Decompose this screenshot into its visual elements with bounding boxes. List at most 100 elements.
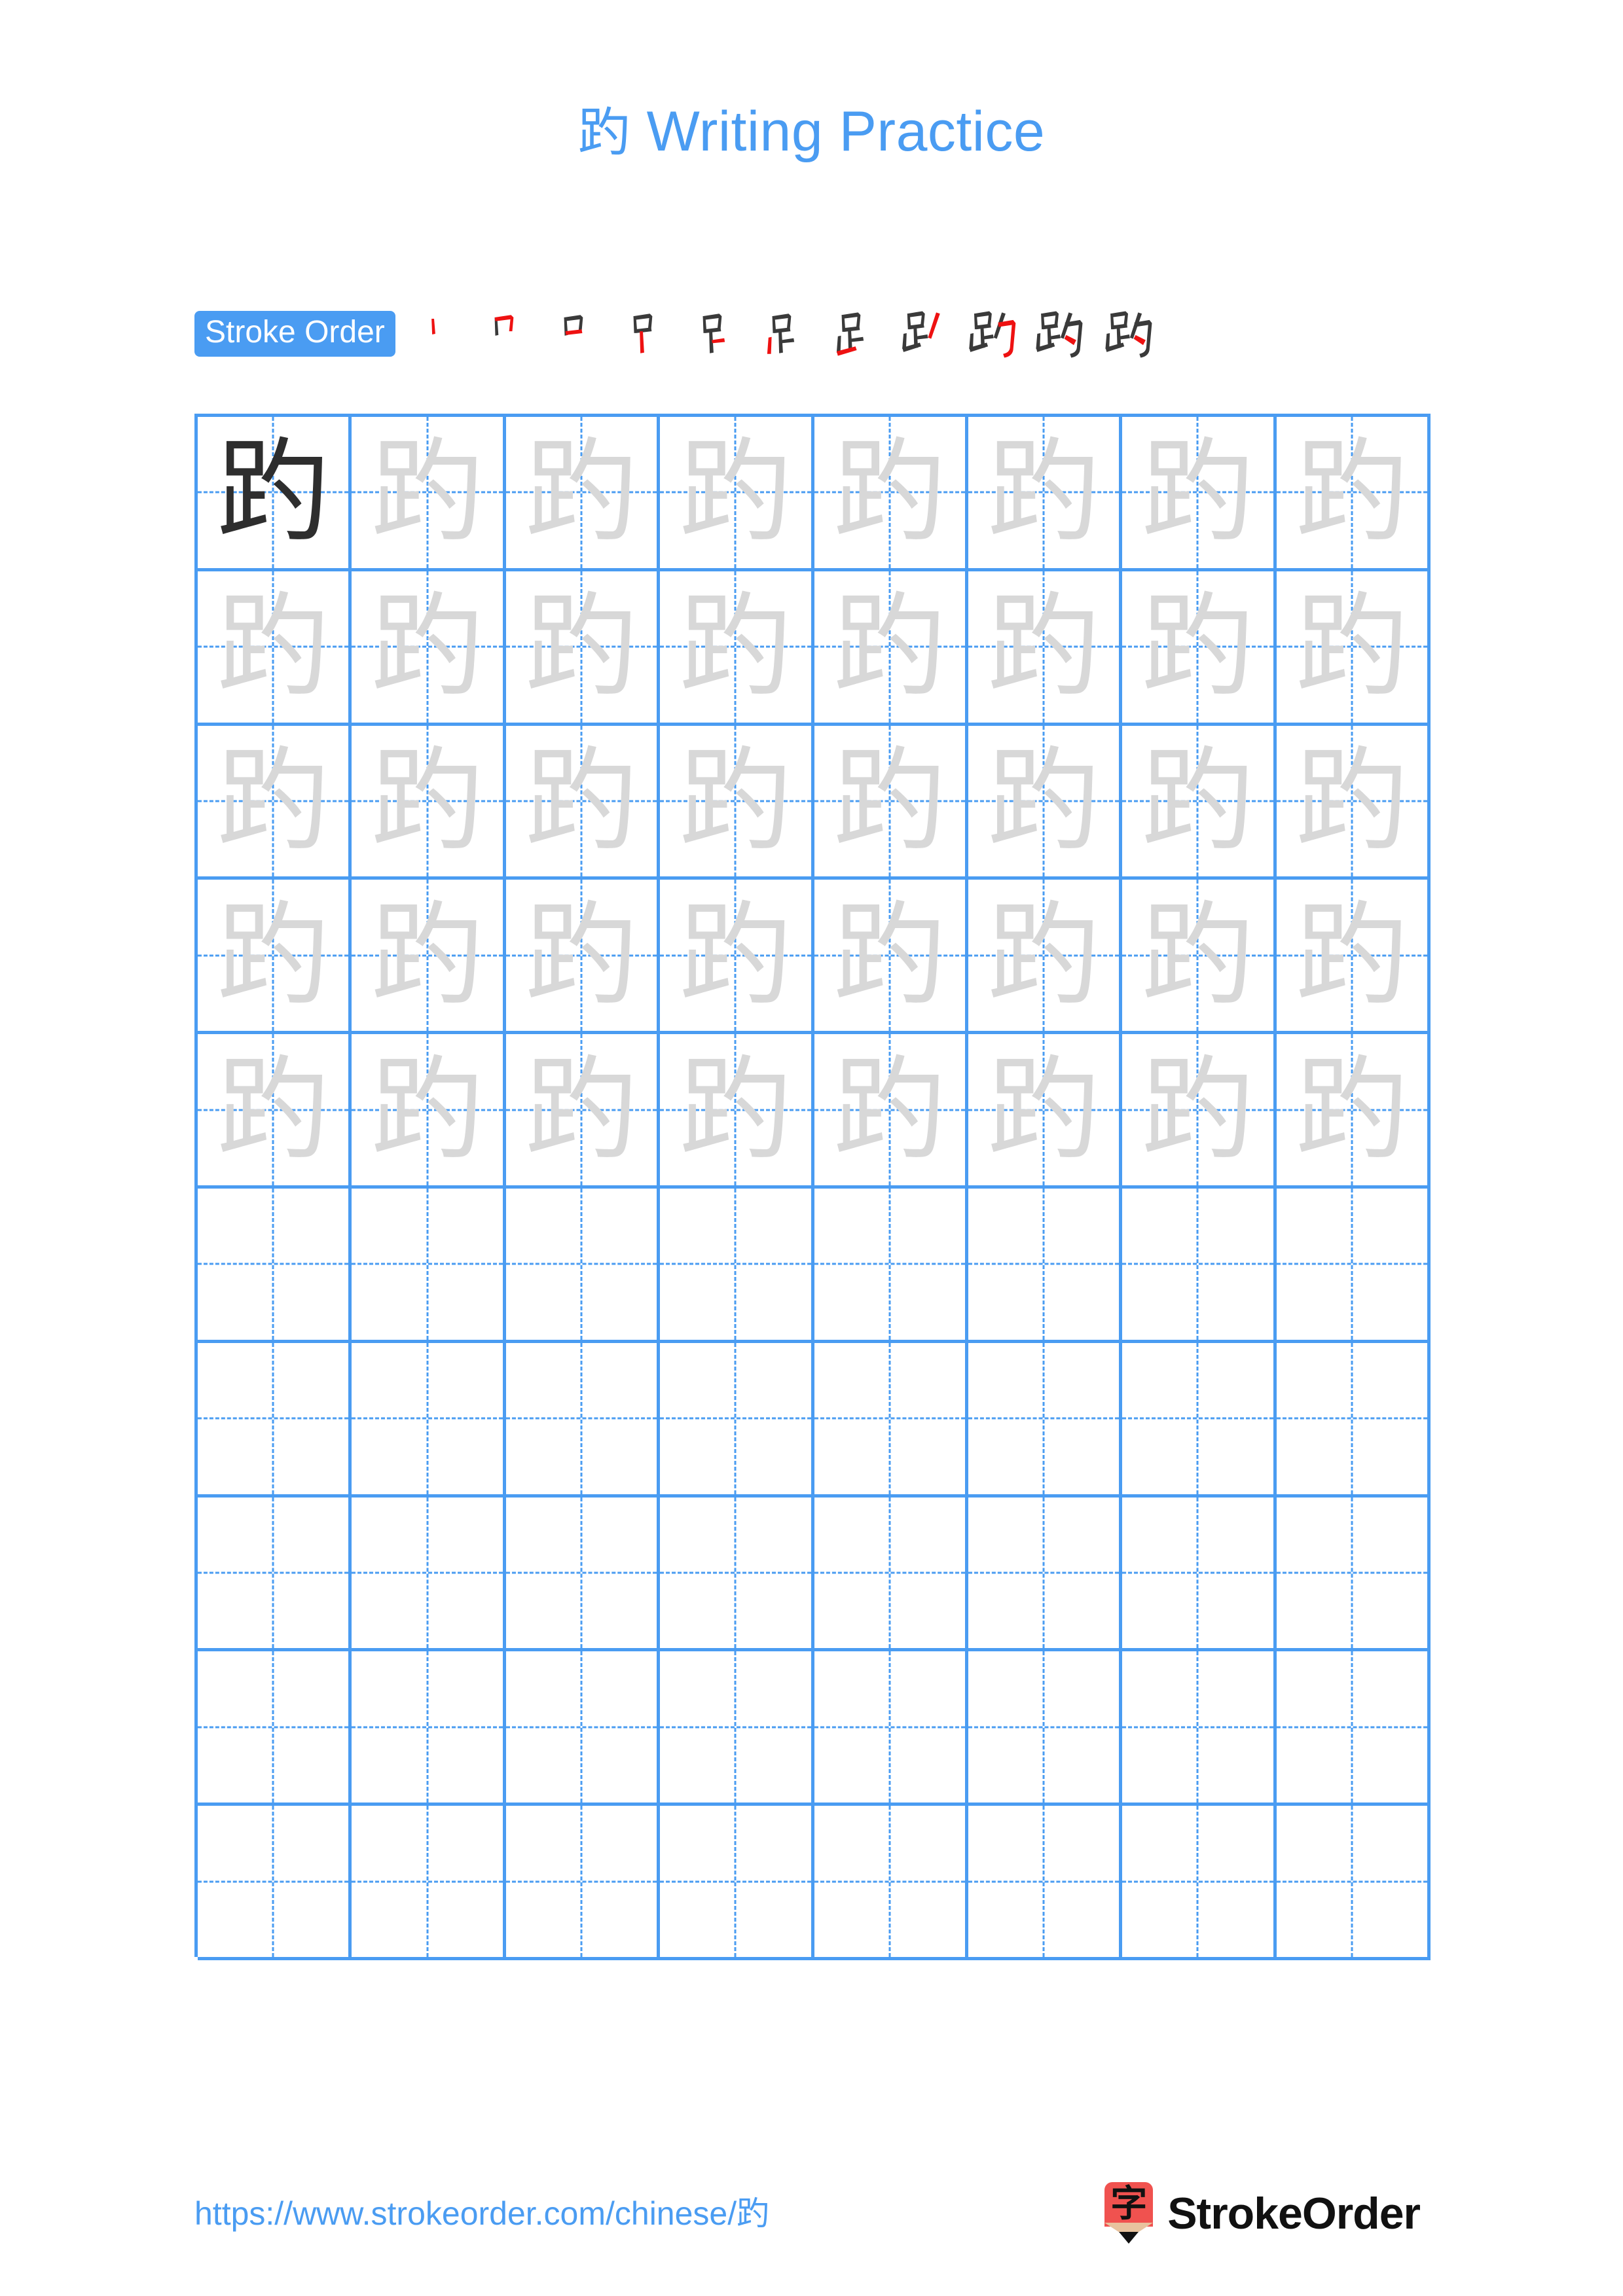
- practice-cell[interactable]: 趵: [352, 417, 506, 568]
- practice-cell[interactable]: [660, 1342, 814, 1494]
- practice-cell[interactable]: [506, 1342, 661, 1494]
- practice-cell[interactable]: [814, 1188, 968, 1340]
- practice-cell[interactable]: 趵: [1277, 571, 1431, 723]
- practice-cell[interactable]: 趵: [1277, 1034, 1431, 1185]
- practice-cell[interactable]: [198, 1806, 352, 1957]
- practice-cell[interactable]: [352, 1651, 506, 1803]
- trace-character: 趵: [679, 426, 792, 558]
- practice-cell[interactable]: 趵: [814, 571, 968, 723]
- practice-cell[interactable]: [814, 1806, 968, 1957]
- practice-cell[interactable]: [198, 1342, 352, 1494]
- practice-cell[interactable]: [1277, 1342, 1431, 1494]
- practice-cell[interactable]: 趵: [506, 417, 661, 568]
- trace-character: 趵: [1141, 889, 1254, 1021]
- practice-cell[interactable]: 趵: [506, 880, 661, 1031]
- practice-cell[interactable]: 趵: [1122, 880, 1277, 1031]
- practice-cell[interactable]: 趵: [352, 725, 506, 877]
- practice-cell[interactable]: [506, 1188, 661, 1340]
- source-url-link[interactable]: https://www.strokeorder.com/chinese/趵: [194, 2197, 769, 2230]
- practice-cell[interactable]: [506, 1806, 661, 1957]
- practice-cell[interactable]: 趵: [814, 417, 968, 568]
- practice-cell[interactable]: 趵: [352, 880, 506, 1031]
- practice-cell[interactable]: 趵: [1277, 417, 1431, 568]
- practice-cell[interactable]: 趵: [198, 880, 352, 1031]
- practice-cell[interactable]: 趵: [1277, 725, 1431, 877]
- empty-cell: [352, 1343, 502, 1494]
- practice-cell[interactable]: 趵: [968, 725, 1123, 877]
- practice-cell[interactable]: 趵: [198, 571, 352, 723]
- practice-cell[interactable]: [1122, 1497, 1277, 1649]
- trace-character: 趵: [987, 426, 1101, 558]
- practice-cell[interactable]: 趵: [814, 725, 968, 877]
- practice-cell[interactable]: [660, 1497, 814, 1649]
- practice-cell[interactable]: 趵: [968, 571, 1123, 723]
- practice-cell[interactable]: [660, 1188, 814, 1340]
- practice-cell[interactable]: [968, 1188, 1123, 1340]
- practice-cell[interactable]: [198, 1497, 352, 1649]
- practice-grid: 趵趵趵趵趵趵趵趵趵趵趵趵趵趵趵趵趵趵趵趵趵趵趵趵趵趵趵趵趵趵趵趵趵趵趵趵趵趵趵趵: [194, 414, 1431, 1960]
- practice-cell[interactable]: [1277, 1188, 1431, 1340]
- practice-cell[interactable]: 趵: [660, 880, 814, 1031]
- practice-cell[interactable]: [352, 1497, 506, 1649]
- practice-cell[interactable]: 趵: [506, 571, 661, 723]
- empty-cell: [506, 1189, 657, 1340]
- practice-cell[interactable]: 趵: [1122, 417, 1277, 568]
- practice-cell[interactable]: [1122, 1651, 1277, 1803]
- practice-cell[interactable]: 趵: [198, 417, 352, 568]
- practice-cell[interactable]: [814, 1651, 968, 1803]
- practice-cell[interactable]: [1277, 1497, 1431, 1649]
- practice-cell[interactable]: [352, 1188, 506, 1340]
- practice-cell[interactable]: 趵: [1277, 880, 1431, 1031]
- trace-character: 趵: [1141, 581, 1254, 713]
- practice-cell[interactable]: 趵: [968, 417, 1123, 568]
- practice-cell[interactable]: [968, 1497, 1123, 1649]
- practice-cell[interactable]: [660, 1651, 814, 1803]
- practice-cell[interactable]: 趵: [1122, 571, 1277, 723]
- practice-cell[interactable]: 趵: [968, 880, 1123, 1031]
- practice-cell[interactable]: 趵: [506, 1034, 661, 1185]
- stroke-step-4: [608, 302, 677, 365]
- practice-grid-row: 趵趵趵趵趵趵趵趵: [198, 725, 1431, 880]
- practice-cell[interactable]: [814, 1497, 968, 1649]
- practice-cell[interactable]: [198, 1188, 352, 1340]
- practice-cell[interactable]: 趵: [814, 1034, 968, 1185]
- practice-cell[interactable]: [814, 1342, 968, 1494]
- practice-cell[interactable]: 趵: [1122, 725, 1277, 877]
- practice-cell[interactable]: [1122, 1188, 1277, 1340]
- practice-cell[interactable]: 趵: [198, 1034, 352, 1185]
- practice-cell[interactable]: 趵: [660, 1034, 814, 1185]
- practice-cell[interactable]: 趵: [1122, 1034, 1277, 1185]
- practice-cell[interactable]: 趵: [352, 571, 506, 723]
- trace-character: 趵: [371, 426, 484, 558]
- empty-cell: [198, 1651, 348, 1803]
- practice-cell[interactable]: [1122, 1806, 1277, 1957]
- practice-cell[interactable]: 趵: [660, 725, 814, 877]
- practice-cell[interactable]: 趵: [506, 725, 661, 877]
- practice-cell[interactable]: [506, 1497, 661, 1649]
- empty-cell: [660, 1189, 811, 1340]
- empty-cell: [506, 1806, 657, 1957]
- trace-character: 趵: [833, 1043, 946, 1175]
- practice-cell[interactable]: [968, 1651, 1123, 1803]
- practice-cell[interactable]: [1122, 1342, 1277, 1494]
- practice-cell[interactable]: [506, 1651, 661, 1803]
- practice-cell[interactable]: [968, 1806, 1123, 1957]
- practice-cell[interactable]: [352, 1342, 506, 1494]
- practice-cell[interactable]: 趵: [198, 725, 352, 877]
- practice-cell[interactable]: 趵: [968, 1034, 1123, 1185]
- trace-character: 趵: [679, 581, 792, 713]
- practice-cell[interactable]: 趵: [814, 880, 968, 1031]
- trace-character: 趵: [987, 889, 1101, 1021]
- practice-cell[interactable]: [198, 1651, 352, 1803]
- brand-logo[interactable]: 字 StrokeOrder: [1104, 2182, 1421, 2245]
- practice-cell[interactable]: [352, 1806, 506, 1957]
- practice-cell[interactable]: [1277, 1651, 1431, 1803]
- practice-cell[interactable]: 趵: [660, 571, 814, 723]
- trace-character: 趵: [987, 581, 1101, 713]
- practice-cell[interactable]: [1277, 1806, 1431, 1957]
- practice-cell[interactable]: 趵: [660, 417, 814, 568]
- practice-cell[interactable]: [968, 1342, 1123, 1494]
- practice-cell[interactable]: [660, 1806, 814, 1957]
- practice-cell[interactable]: 趵: [352, 1034, 506, 1185]
- empty-cell: [1122, 1189, 1273, 1340]
